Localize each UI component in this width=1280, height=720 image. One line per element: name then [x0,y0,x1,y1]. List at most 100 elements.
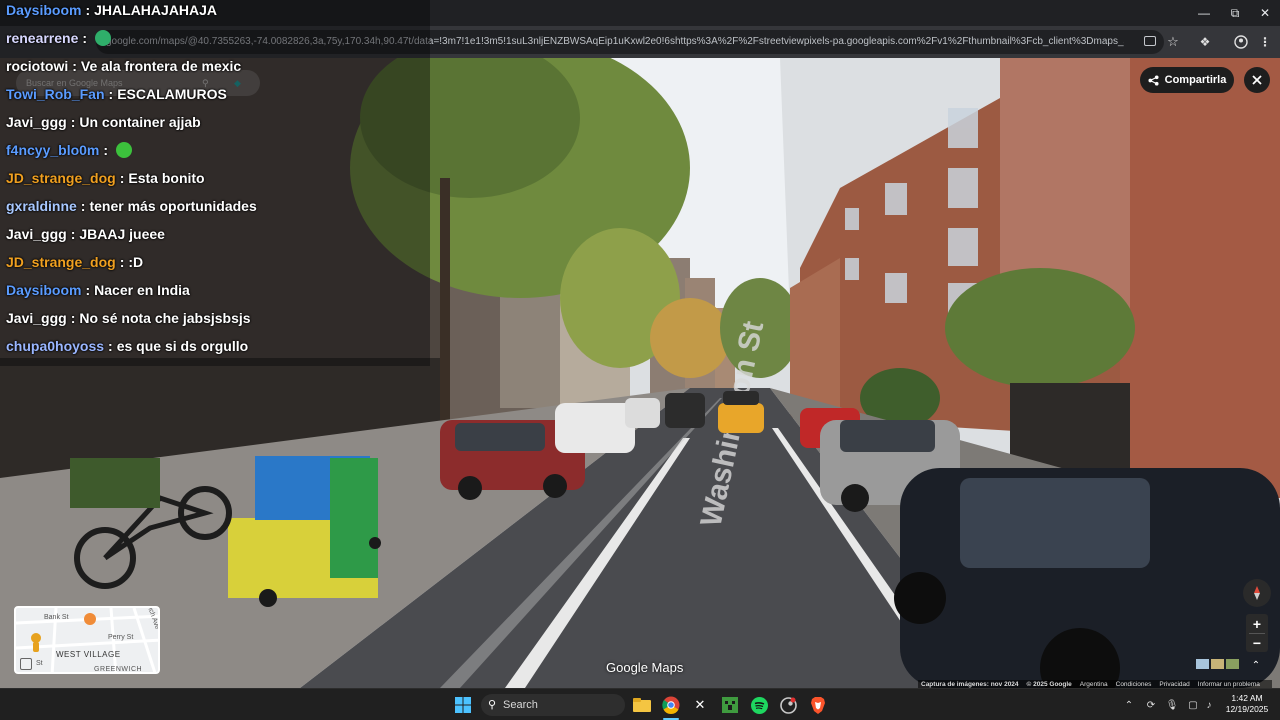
taskbar-search[interactable]: ⚲ Search [481,694,625,716]
system-clock[interactable]: 1:42 AM 12/19/2025 [1218,693,1276,715]
extensions-button[interactable]: ❖ [1194,31,1216,53]
chat-separator: : [72,58,77,74]
file-explorer-icon [633,698,651,712]
chat-text: es que si ds orgullo [116,338,249,354]
chat-separator: : [70,114,76,130]
search-icon: ⚲ [488,699,497,711]
chat-message: Javi_ggg: JBAAJ jueee [6,222,165,248]
x-app-icon: ✕ [694,697,706,712]
minimize-icon: — [1198,6,1210,20]
volume-icon: ♪ [1206,699,1212,711]
close-window-button[interactable]: ✕ [1248,0,1280,26]
zoom-out-icon: − [1252,634,1262,651]
emote-icon [116,142,133,158]
layer-thumbnail[interactable] [1211,659,1224,669]
chat-text: :D [128,254,144,270]
profile-button[interactable] [1230,31,1252,53]
menu-button[interactable]: ⋮ [1254,31,1276,53]
chat-username[interactable]: Javi_ggg [6,226,67,242]
install-app-icon[interactable] [1144,36,1156,46]
chat-username[interactable]: Daysiboom [6,282,81,298]
chat-username[interactable]: f4ncyy_blo0m [6,142,99,158]
taskbar-search-label: Search [503,699,538,711]
restore-icon: ⧉ [1230,5,1240,20]
chat-username[interactable]: Towi_Rob_Fan [6,86,105,102]
file-explorer-button[interactable] [630,693,654,717]
tray-app-button[interactable]: ⟳ [1143,697,1159,713]
zoom-in-icon: + [1252,615,1262,632]
chat-username[interactable]: JD_strange_dog [6,170,116,186]
minecraft-icon [722,697,738,713]
compass-button[interactable] [1243,579,1271,607]
zoom-control: + − [1246,614,1268,652]
chat-message: Javi_ggg: Un container ajjab [6,110,201,136]
microphone-button[interactable]: 🎙︎ [1164,697,1180,713]
mini-map-neighborhood: WEST VILLAGE [56,650,121,659]
x-app-button[interactable]: ✕ [688,693,712,717]
close-street-view-button[interactable] [1244,67,1270,93]
minecraft-button[interactable] [718,693,742,717]
chat-username[interactable]: gxraldinne [6,198,77,214]
chat-message: renearrene: [6,26,112,52]
chat-message: rociotowi: Ve ala frontera de mexic [6,54,241,80]
chat-overlay: Daysiboom: JHALAHAJAHAJA renearrene: rociot… [0,0,430,366]
imagery-thumbnails[interactable] [1196,659,1240,671]
chat-message: gxraldinne: tener más oportunidades [6,194,257,220]
expand-icon: ⌃ [1251,659,1261,671]
chat-text: ESCALAMUROS [117,86,227,102]
mini-map[interactable]: Bank St Perry St WEST VILLAGE GREENWICH … [14,606,160,674]
brave-button[interactable] [806,693,830,717]
volume-button[interactable]: ♪ [1201,697,1217,713]
chat-message: Javi_ggg: No sé nota che jabsjsbsjs [6,306,251,332]
chat-separator: : [70,310,76,326]
chrome-button[interactable] [659,693,683,717]
attribution-terms-link[interactable]: Condiciones [1116,681,1152,688]
chat-username[interactable]: JD_strange_dog [6,254,116,270]
start-button[interactable] [451,693,475,717]
tray-overflow-button[interactable]: ⌃ [1121,697,1137,713]
chat-separator: : [108,338,113,354]
chat-username[interactable]: Daysiboom [6,2,81,18]
clock-time: 1:42 AM [1231,693,1263,703]
spotify-button[interactable] [747,693,771,717]
start-icon [455,697,471,713]
chat-username[interactable]: Javi_ggg [6,310,67,326]
minimize-button[interactable]: — [1187,0,1221,26]
network-icon: ▢ [1188,699,1198,711]
chat-username[interactable]: chupa0hoyoss [6,338,104,354]
microphone-icon: 🎙︎ [1165,699,1179,711]
brave-icon [811,696,825,714]
chat-username[interactable]: Javi_ggg [6,114,67,130]
expand-button[interactable]: ⌃ [1248,657,1264,673]
share-button[interactable]: Compartirla [1140,67,1234,93]
layer-thumbnail[interactable] [1196,659,1209,669]
chat-separator: : [70,226,76,242]
chrome-icon [662,696,680,714]
attribution-report-link[interactable]: Informar un problema [1198,681,1260,688]
steam-button[interactable] [776,693,800,717]
chat-text: Esta bonito [128,170,205,186]
sync-icon: ⟳ [1146,699,1156,711]
expand-map-icon[interactable] [20,658,32,670]
bookmark-button[interactable]: ☆ [1162,31,1184,53]
chat-separator: : [108,86,114,102]
chat-message: f4ncyy_blo0m: [6,138,133,164]
mini-map-label: GREENWICH [94,666,143,673]
network-button[interactable]: ▢ [1185,697,1201,713]
chat-message: Daysiboom: Nacer en India [6,278,190,304]
attribution-country-link[interactable]: Argentina [1080,681,1108,688]
chat-separator: : [82,30,88,46]
attribution-privacy-link[interactable]: Privacidad [1159,681,1189,688]
star-icon: ☆ [1167,34,1179,49]
zoom-in-button[interactable]: + [1246,614,1268,633]
chat-separator: : [85,2,91,18]
chat-separator: : [119,254,125,270]
restore-button[interactable]: ⧉ [1218,0,1252,26]
chat-message: chupa0hoyoss: es que si ds orgullo [6,334,248,360]
google-maps-logo: Google Maps [606,660,684,675]
chat-message: Towi_Rob_Fan: ESCALAMUROS [6,82,227,108]
layer-thumbnail[interactable] [1226,659,1239,669]
chat-username[interactable]: renearrene [6,30,78,46]
chat-username[interactable]: rociotowi [6,58,68,74]
zoom-out-button[interactable]: − [1246,633,1268,652]
